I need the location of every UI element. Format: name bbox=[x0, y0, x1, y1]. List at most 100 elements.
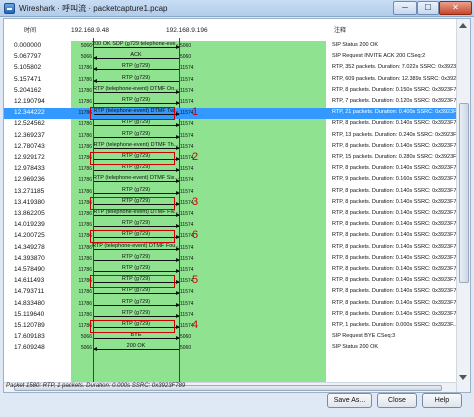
row-comment: SIP Request INVITE ACK 200 CSeq:2 bbox=[332, 53, 426, 60]
flow-row[interactable]: 5.157471 11786 RTP (g729) 11574 RTP, 609 pac… bbox=[4, 75, 470, 86]
flow-row[interactable]: 12.524562 11786 RTP (g729) 11574 RTP, 8 pack… bbox=[4, 119, 470, 130]
close-window-button[interactable]: ✕ bbox=[439, 1, 472, 15]
flow-row[interactable]: 5.204162 11786 RTP (telephone-event) DTMF … bbox=[4, 86, 470, 97]
flow-row[interactable]: 13.419380 11786 RTP (g729) 11574 RTP, 8 pack… bbox=[4, 198, 470, 209]
row-flow: 11786 RTP (g729) 11574 bbox=[66, 287, 328, 298]
dtmf-highlight-box bbox=[90, 196, 175, 210]
scroll-up-icon[interactable] bbox=[459, 23, 467, 28]
message-label: ACK bbox=[130, 52, 142, 59]
row-time: 12.524562 bbox=[14, 120, 45, 128]
dtmf-marker-number: 3 bbox=[192, 195, 199, 208]
message-label: RTP (telephone-event) DTMF Six... bbox=[93, 175, 179, 182]
message-label: RTP (g729) bbox=[121, 220, 151, 227]
row-time: 13.862205 bbox=[14, 210, 45, 217]
row-time: 13.419380 bbox=[14, 198, 45, 206]
arrow-right-icon bbox=[94, 246, 180, 251]
row-comment: RTP, 8 packets. Duration: 0.140s SSRC: 0… bbox=[332, 266, 463, 272]
row-comment: RTP, 1 packets. Duration: 0.000s SSRC: 0… bbox=[332, 322, 458, 328]
dtmf-highlight-box bbox=[90, 230, 175, 244]
row-time: 5.204162 bbox=[14, 86, 42, 94]
row-flow: 11786 RTP (telephone-event) DTMF On... 115… bbox=[66, 86, 328, 97]
minimize-button[interactable]: ─ bbox=[393, 1, 417, 15]
row-time: 0.000000 bbox=[14, 42, 42, 49]
destination-port: 5060 bbox=[180, 334, 192, 341]
row-flow: 11786 RTP (g729) 11574 bbox=[66, 63, 328, 74]
arrow-right-icon bbox=[94, 145, 180, 150]
message-label: RTP (g729) bbox=[121, 309, 151, 316]
row-comment: RTP, 8 packets. Duration: 0.140s SSRC: 0… bbox=[332, 198, 463, 205]
message-label: RTP (g729) bbox=[121, 74, 151, 81]
row-comment: RTP, 609 packets. Duration: 12.389s SSRC… bbox=[332, 75, 467, 82]
flow-row[interactable]: 14.793711 11786 RTP (g729) 11574 RTP, 8 pack… bbox=[4, 287, 470, 298]
arrow-right-icon bbox=[94, 168, 180, 173]
message-label: RTP (g729) bbox=[121, 164, 151, 171]
flow-row[interactable]: 14.349278 11786 RTP (telephone-event) DTMF… bbox=[4, 243, 470, 254]
flow-row[interactable]: 12.344222 11786 RTP (telephone-event) DTMF… bbox=[4, 108, 470, 120]
arrow-right-icon bbox=[94, 45, 180, 49]
row-flow: 11786 RTP (telephone-event) DTMF Fou... 11… bbox=[66, 243, 328, 254]
destination-port: 11574 bbox=[180, 76, 194, 83]
vertical-scrollbar[interactable] bbox=[456, 19, 470, 392]
row-time: 12.190794 bbox=[14, 98, 45, 105]
message-label: 200 OK SDP (g729 telephone-eve... bbox=[92, 41, 180, 47]
destination-port: 11574 bbox=[180, 177, 194, 184]
row-comment: RTP, 8 packets. Duration: 0.140s SSRC: 0… bbox=[332, 210, 463, 216]
flow-row[interactable]: 14.578490 11786 RTP (g729) 11574 RTP, 8 pack… bbox=[4, 265, 470, 276]
flow-row[interactable]: 12.369237 11786 RTP (g729) 11574 RTP, 13 pac… bbox=[4, 131, 470, 142]
flow-row[interactable]: 14.393870 11786 RTP (g729) 11574 RTP, 8 pack… bbox=[4, 254, 470, 265]
arrow-right-icon bbox=[94, 257, 180, 262]
flow-row[interactable]: 17.609248 5066 200 OK 5060 SIP Status 200 OK bbox=[4, 343, 470, 354]
maximize-button[interactable]: ☐ bbox=[417, 1, 439, 15]
row-comment: RTP, 8 packets. Duration: 0.140s SSRC: 0… bbox=[332, 243, 463, 250]
dtmf-highlight-box bbox=[90, 320, 175, 333]
vertical-scroll-thumb[interactable] bbox=[459, 103, 469, 283]
scroll-down-icon[interactable] bbox=[459, 375, 467, 380]
flow-row[interactable]: 0.000000 5066 200 OK SDP (g729 telephone-e… bbox=[4, 41, 470, 52]
destination-port: 11574 bbox=[180, 300, 194, 307]
message-label: 200 OK bbox=[126, 343, 146, 350]
window-title: Wireshark · 呼叫流 · packetcapture1.pcap bbox=[19, 4, 168, 13]
row-comment: RTP, 8 packets. Duration: 0.140s SSRC: 0… bbox=[332, 165, 463, 172]
dtmf-marker-number: 1 bbox=[192, 106, 199, 119]
flow-row[interactable] bbox=[4, 366, 470, 377]
message-label: RTP (g729) bbox=[121, 130, 151, 137]
flow-row[interactable] bbox=[4, 355, 470, 366]
arrow-left-icon bbox=[93, 78, 179, 83]
flow-row[interactable]: 12.929172 11786 RTP (g729) 11574 RTP, 15 pac… bbox=[4, 153, 470, 164]
arrow-right-icon bbox=[94, 269, 180, 273]
flow-row[interactable]: 12.190794 11786 RTP (g729) 11574 RTP, 7 pack… bbox=[4, 97, 470, 108]
row-time: 12.969236 bbox=[14, 176, 45, 184]
flow-row[interactable]: 17.609183 5066 BYE 5060 SIP Request BYE CSeq… bbox=[4, 332, 470, 343]
flow-row[interactable]: 5.067797 5066 ACK 5060 SIP Request INVITE AC… bbox=[4, 52, 470, 63]
flow-row[interactable]: 13.271185 11786 RTP (g729) 11574 RTP, 8 pack… bbox=[4, 187, 470, 198]
row-flow: 11786 RTP (g729) 11574 bbox=[66, 299, 328, 310]
flow-row[interactable]: 12.780743 11786 RTP (telephone-event) DTMF… bbox=[4, 142, 470, 153]
row-flow bbox=[66, 355, 328, 366]
flow-row[interactable]: 5.105802 11786 RTP (g729) 11574 RTP, 352 pac… bbox=[4, 63, 470, 74]
flow-row[interactable]: 15.119640 11786 RTP (g729) 11574 RTP, 8 pack… bbox=[4, 310, 470, 321]
help-button[interactable]: Help bbox=[422, 393, 462, 408]
row-time: 14.611493 bbox=[14, 277, 45, 285]
arrow-right-icon bbox=[94, 302, 180, 307]
close-button[interactable]: Close bbox=[377, 393, 417, 408]
row-comment: RTP, 9 packets. Duration: 0.160s SSRC: 0… bbox=[332, 176, 463, 183]
flow-row[interactable]: 12.978433 11786 RTP (g729) 11574 RTP, 8 pack… bbox=[4, 164, 470, 175]
arrow-left-icon bbox=[93, 347, 179, 352]
flow-row[interactable]: 13.862205 11786 RTP (telephone-event) DTMF… bbox=[4, 209, 470, 220]
flow-row[interactable]: 14.611493 11786 RTP (g729) 11574 RTP, 8 pack… bbox=[4, 276, 470, 287]
arrow-right-icon bbox=[94, 134, 180, 139]
flow-row[interactable]: 15.120789 11786 RTP (g729) 11574 RTP, 1 pack… bbox=[4, 321, 470, 332]
row-time: 5.157471 bbox=[14, 75, 42, 83]
flow-row[interactable]: 14.200725 11786 RTP (g729) 11574 RTP, 8 pack… bbox=[4, 231, 470, 242]
flow-row[interactable]: 14.019239 11786 RTP (g729) 11574 RTP, 8 pack… bbox=[4, 220, 470, 231]
save-as-button[interactable]: Save As... bbox=[327, 393, 372, 408]
arrow-right-icon bbox=[94, 291, 180, 296]
message-label: RTP (telephone-event) DTMF Th... bbox=[93, 141, 179, 148]
row-time: 14.019239 bbox=[14, 221, 45, 229]
flow-row[interactable]: 12.969236 11786 RTP (telephone-event) DTMF… bbox=[4, 175, 470, 186]
row-flow: 5066 BYE 5060 bbox=[66, 332, 328, 343]
row-time: 12.780743 bbox=[14, 142, 45, 150]
flow-row[interactable]: 14.833480 11786 RTP (g729) 11574 RTP, 8 pack… bbox=[4, 299, 470, 310]
row-time: 12.978433 bbox=[14, 165, 45, 173]
destination-port: 11574 bbox=[180, 132, 194, 139]
